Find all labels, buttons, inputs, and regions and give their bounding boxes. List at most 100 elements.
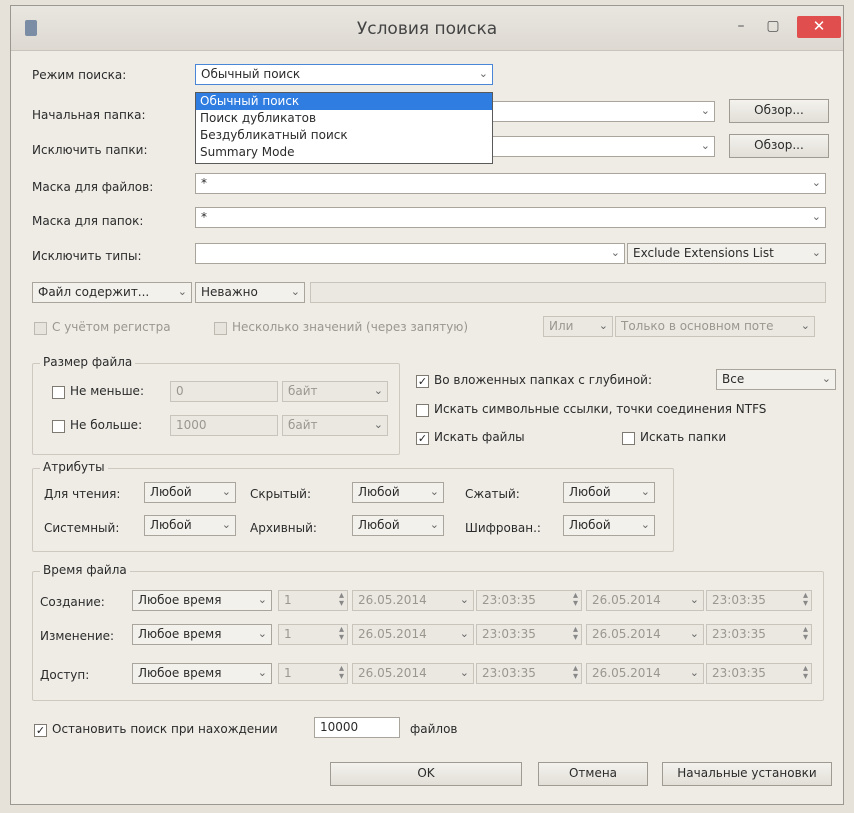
min-size-unit-select[interactable]: байт ⌄ — [282, 381, 388, 402]
chevron-down-icon: ⌄ — [598, 319, 608, 332]
stop-search-checkbox[interactable]: ✓ — [34, 724, 47, 737]
max-size-label: Не больше: — [70, 418, 143, 432]
date-from-value: 26.05.2014 — [358, 593, 427, 607]
max-size-unit-select[interactable]: байт ⌄ — [282, 415, 388, 436]
search-mode-select[interactable]: Обычный поиск ⌄ — [195, 64, 493, 85]
stop-search-suffix: файлов — [410, 722, 458, 736]
depth-value: Все — [722, 372, 745, 386]
encrypted-value: Любой — [569, 518, 611, 532]
time-from-input[interactable]: 23:03:35 ▴ ▾ — [476, 663, 582, 684]
window-title: Условия поиска — [356, 19, 498, 39]
readonly-label: Для чтения: — [44, 487, 121, 501]
search-mode-dropdown: Обычный поиск Поиск дубликатов Бездублик… — [195, 92, 493, 164]
cancel-button[interactable]: Отмена — [538, 762, 648, 786]
time-mode-select[interactable]: Любое время ⌄ — [132, 624, 272, 645]
defaults-button[interactable]: Начальные установки — [662, 762, 832, 786]
file-contains-select[interactable]: Файл содержит... ⌄ — [32, 282, 192, 303]
date-to-select[interactable]: 26.05.2014 ⌄ — [586, 590, 704, 611]
chevron-down-icon: ⌄ — [429, 518, 439, 531]
multiple-values-checkbox[interactable] — [214, 322, 227, 335]
date-from-select[interactable]: 26.05.2014 ⌄ — [352, 590, 474, 611]
min-size-unit-value: байт — [288, 384, 318, 398]
time-to-input[interactable]: 23:03:35 ▴ ▾ — [706, 590, 812, 611]
date-to-select[interactable]: 26.05.2014 ⌄ — [586, 624, 704, 645]
chevron-down-icon: ⌄ — [700, 139, 710, 152]
depth-select[interactable]: Все ⌄ — [716, 369, 836, 390]
stream-select[interactable]: Только в основном поте ⌄ — [615, 316, 815, 337]
search-mode-option[interactable]: Обычный поиск — [196, 93, 492, 110]
exclude-extensions-list-select[interactable]: Exclude Extensions List ⌄ — [627, 243, 826, 264]
compressed-label: Сжатый: — [465, 487, 520, 501]
search-files-checkbox[interactable]: ✓ — [416, 432, 429, 445]
subfolders-depth-label: Во вложенных папках с глубиной: — [434, 373, 653, 387]
min-size-input[interactable]: 0 — [170, 381, 278, 402]
close-button[interactable]: ✕ — [797, 16, 841, 38]
hidden-select[interactable]: Любой ⌄ — [352, 482, 444, 503]
time-count-value: 1 — [284, 627, 292, 641]
time-to-value: 23:03:35 — [712, 627, 766, 641]
time-mode-select[interactable]: Любое время ⌄ — [132, 590, 272, 611]
compressed-select[interactable]: Любой ⌄ — [563, 482, 655, 503]
time-to-input[interactable]: 23:03:35 ▴ ▾ — [706, 624, 812, 645]
time-from-input[interactable]: 23:03:35 ▴ ▾ — [476, 590, 582, 611]
spinner-icon: ▴ ▾ — [802, 590, 808, 609]
max-size-value: 1000 — [176, 418, 207, 432]
readonly-select[interactable]: Любой ⌄ — [144, 482, 236, 503]
chevron-down-icon: ⌄ — [221, 485, 231, 498]
readonly-value: Любой — [150, 485, 192, 499]
search-folders-label: Искать папки — [640, 430, 727, 444]
date-from-select[interactable]: 26.05.2014 ⌄ — [352, 663, 474, 684]
case-sensitive-label: С учётом регистра — [52, 320, 171, 334]
max-size-checkbox[interactable] — [52, 420, 65, 433]
min-size-checkbox[interactable] — [52, 386, 65, 399]
chevron-down-icon: ⌄ — [459, 666, 469, 679]
search-folders-checkbox[interactable] — [622, 432, 635, 445]
encrypted-select[interactable]: Любой ⌄ — [563, 515, 655, 536]
logic-select[interactable]: Или ⌄ — [543, 316, 613, 337]
folder-mask-input[interactable]: * ⌄ — [195, 207, 826, 228]
spinner-icon: ▴ ▾ — [802, 663, 808, 682]
symlinks-checkbox[interactable] — [416, 404, 429, 417]
subfolders-depth-checkbox[interactable]: ✓ — [416, 375, 429, 388]
start-folder-label: Начальная папка: — [32, 108, 146, 122]
attributes-group-title: Атрибуты — [40, 460, 108, 474]
search-mode-option[interactable]: Summary Mode — [196, 144, 492, 161]
stop-count-input[interactable]: 10000 — [314, 717, 400, 738]
time-mode-select[interactable]: Любое время ⌄ — [132, 663, 272, 684]
time-count-input[interactable]: 1 ▴ ▾ — [278, 590, 348, 611]
chevron-down-icon: ⌄ — [459, 627, 469, 640]
exclude-types-input[interactable]: ⌄ — [195, 243, 625, 264]
system-select[interactable]: Любой ⌄ — [144, 515, 236, 536]
date-to-select[interactable]: 26.05.2014 ⌄ — [586, 663, 704, 684]
exclude-extensions-list-value: Exclude Extensions List — [633, 246, 774, 260]
relevance-select[interactable]: Неважно ⌄ — [195, 282, 305, 303]
chevron-down-icon: ⌄ — [429, 485, 439, 498]
file-mask-input[interactable]: * ⌄ — [195, 173, 826, 194]
time-to-input[interactable]: 23:03:35 ▴ ▾ — [706, 663, 812, 684]
chevron-down-icon: ⌄ — [640, 518, 650, 531]
max-size-input[interactable]: 1000 — [170, 415, 278, 436]
minimize-button[interactable]: – — [727, 16, 755, 38]
file-contains-value: Файл содержит... — [38, 285, 150, 299]
chevron-down-icon: ⌄ — [610, 246, 620, 259]
archive-select[interactable]: Любой ⌄ — [352, 515, 444, 536]
browse-exclude-folders-button[interactable]: Обзор... — [729, 134, 829, 158]
logic-value: Или — [549, 319, 574, 333]
file-mask-value: * — [201, 176, 207, 190]
content-text-input[interactable] — [310, 282, 826, 303]
maximize-button[interactable]: ▢ — [759, 16, 787, 38]
ok-button[interactable]: OK — [330, 762, 522, 786]
chevron-down-icon: ⌄ — [800, 319, 810, 332]
time-count-value: 1 — [284, 666, 292, 680]
date-from-select[interactable]: 26.05.2014 ⌄ — [352, 624, 474, 645]
case-sensitive-checkbox[interactable] — [34, 322, 47, 335]
search-mode-option[interactable]: Поиск дубликатов — [196, 110, 492, 127]
time-count-input[interactable]: 1 ▴ ▾ — [278, 663, 348, 684]
time-from-input[interactable]: 23:03:35 ▴ ▾ — [476, 624, 582, 645]
chevron-down-icon: ⌄ — [257, 593, 267, 606]
search-mode-option[interactable]: Бездубликатный поиск — [196, 127, 492, 144]
time-count-input[interactable]: 1 ▴ ▾ — [278, 624, 348, 645]
compressed-value: Любой — [569, 485, 611, 499]
stream-value: Только в основном поте — [621, 319, 774, 333]
browse-start-folder-button[interactable]: Обзор... — [729, 99, 829, 123]
